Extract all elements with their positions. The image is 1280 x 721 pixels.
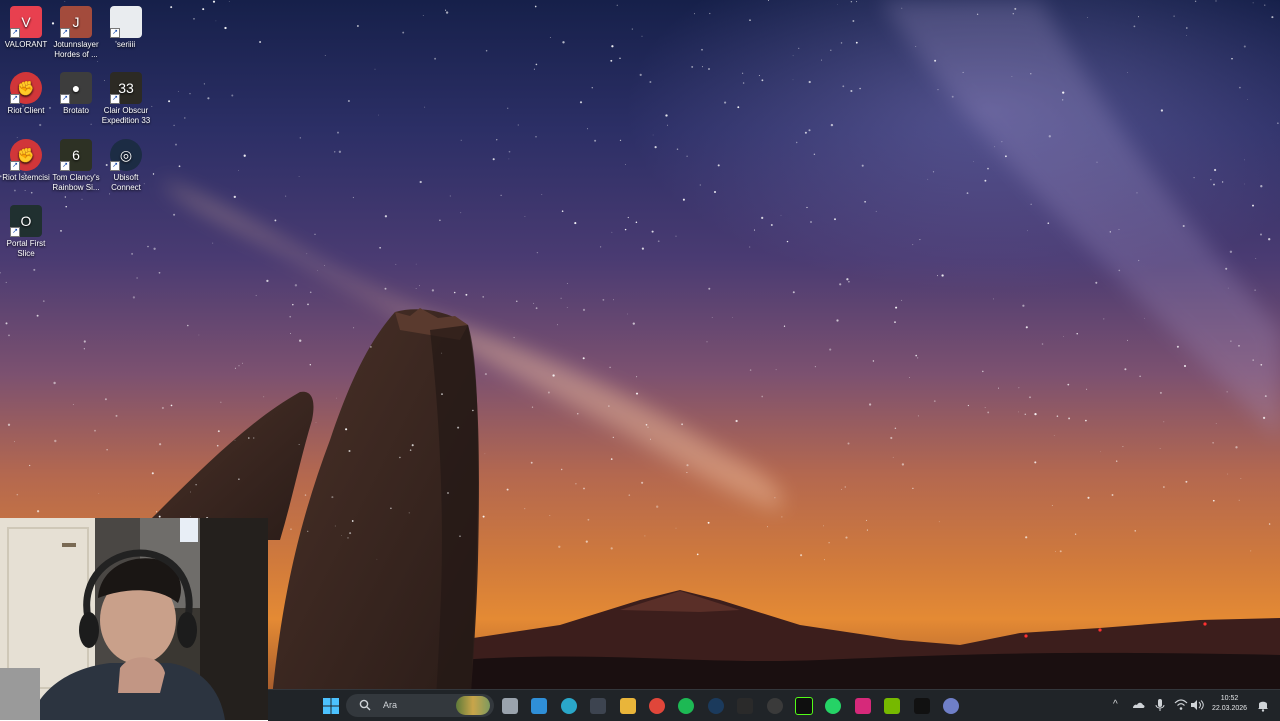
- shortcut-arrow-icon: ↗: [60, 28, 70, 38]
- widgets-icon: [531, 698, 548, 714]
- kick-icon: [795, 697, 813, 715]
- chevron-up-icon[interactable]: ^: [1113, 699, 1118, 710]
- search-icon: [359, 699, 371, 711]
- text-file-icon: ↗: [110, 6, 142, 38]
- taskbar-app-epic-games[interactable]: [734, 695, 756, 717]
- taskbar-app-file-explorer[interactable]: [617, 695, 639, 717]
- desktop-icon-label: Ubisoft Connect: [111, 173, 141, 192]
- portal-icon: O ↗: [10, 205, 42, 237]
- taskbar-app-whatsapp[interactable]: [822, 695, 844, 717]
- shortcut-arrow-icon: ↗: [10, 94, 20, 104]
- g-icon: [913, 698, 930, 714]
- desktop-icon[interactable]: ↗ seriiii: [100, 6, 152, 50]
- search-placeholder: Ara: [383, 700, 398, 710]
- webcam-overlay: [0, 518, 268, 720]
- volume-icon[interactable]: [1190, 698, 1204, 712]
- folder-icon: [619, 698, 636, 714]
- desktop-icon-label: Jotunnslayer Hordes of ...: [53, 40, 99, 59]
- desktop-icon[interactable]: ◎ ↗ Ubisoft Connect: [100, 139, 152, 193]
- system-clock[interactable]: 10:52 22.03.2026: [1212, 694, 1247, 714]
- shortcut-arrow-icon: ↗: [10, 227, 20, 237]
- onedrive-icon[interactable]: [1131, 698, 1145, 712]
- desktop-icon[interactable]: V ↗ VALORANT: [0, 6, 52, 50]
- taskbar-search[interactable]: Ara: [346, 694, 494, 717]
- jotunnslayer-icon: J ↗: [60, 6, 92, 38]
- desktop-icon[interactable]: ✊ ↗ Riot İstemcisi: [0, 139, 52, 183]
- shortcut-arrow-icon: ↗: [110, 28, 120, 38]
- shortcut-arrow-icon: ↗: [60, 161, 70, 171]
- taskbar-app-steam[interactable]: [705, 695, 727, 717]
- desktop-icon-label: VALORANT: [4, 40, 48, 49]
- desktop-icon[interactable]: O ↗ Portal First Slice: [0, 205, 52, 259]
- spotify-icon: [678, 698, 695, 714]
- desktop-icon[interactable]: J ↗ Jotunnslayer Hordes of ...: [50, 6, 102, 60]
- rainbow-six-icon: 6 ↗: [60, 139, 92, 171]
- start-button[interactable]: [320, 695, 342, 717]
- desktop-icon[interactable]: ● ↗ Brotato: [50, 72, 102, 116]
- riot-client-icon: ✊ ↗: [10, 139, 42, 171]
- nvidia-icon: [884, 698, 901, 714]
- shortcut-arrow-icon: ↗: [110, 161, 120, 171]
- desktop-icon[interactable]: ✊ ↗ Riot Client: [0, 72, 52, 116]
- ubisoft-icon: ◎ ↗: [110, 139, 142, 171]
- desktop-icon-label: Clair Obscur Expedition 33: [101, 106, 151, 125]
- desktop-icon-label: Brotato: [63, 106, 89, 115]
- wifi-icon[interactable]: [1174, 698, 1188, 712]
- taskbar-app-spotify[interactable]: [675, 695, 697, 717]
- shortcut-arrow-icon: ↗: [10, 28, 20, 38]
- clair-obscur-icon: 33 ↗: [110, 72, 142, 104]
- clock-date: 22.03.2026: [1212, 705, 1248, 712]
- taskbar: Ara ^ 10:52 22.03.2026: [268, 689, 1280, 721]
- search-highlight-image: [456, 696, 490, 715]
- notification-bell-icon[interactable]: [1256, 698, 1270, 712]
- shortcut-arrow-icon: ↗: [60, 94, 70, 104]
- instagram-icon: [854, 698, 871, 714]
- desktop-icon[interactable]: 6 ↗ Tom Clancy's Rainbow Si...: [50, 139, 102, 193]
- whatsapp-icon: [825, 698, 842, 714]
- taskbar-app-chrome[interactable]: [646, 695, 668, 717]
- store-icon: [590, 698, 607, 714]
- epic-games-icon: [737, 698, 754, 714]
- taskbar-app-app-circle[interactable]: [940, 695, 962, 717]
- desktop-icon[interactable]: 33 ↗ Clair Obscur Expedition 33: [100, 72, 152, 126]
- taskbar-app-nvidia[interactable]: [881, 695, 903, 717]
- desktop-icon-label: Riot İstemcisi: [2, 173, 50, 182]
- riot-icon: [766, 698, 783, 714]
- taskbar-app-instagram[interactable]: [852, 695, 874, 717]
- desktop-icon-label: Riot Client: [7, 106, 45, 115]
- chrome-icon: [649, 698, 665, 714]
- desktop-icon-label: Tom Clancy's Rainbow Si...: [52, 173, 100, 192]
- taskbar-app-kick[interactable]: [793, 695, 815, 717]
- microphone-icon[interactable]: [1154, 698, 1166, 712]
- shortcut-arrow-icon: ↗: [10, 161, 20, 171]
- valorant-icon: V ↗: [10, 6, 42, 38]
- taskbar-app-task-view[interactable]: [499, 695, 521, 717]
- desktop-icon-label: Portal First Slice: [6, 239, 46, 258]
- task-view-icon: [502, 698, 518, 714]
- taskbar-app-riot[interactable]: [764, 695, 786, 717]
- windows-icon: [323, 698, 339, 714]
- desktop-icon-label: seriiii: [116, 40, 136, 49]
- brotato-icon: ● ↗: [60, 72, 92, 104]
- clock-time: 10:52: [1220, 695, 1239, 702]
- taskbar-app-edge[interactable]: [558, 695, 580, 717]
- edge-icon: [560, 698, 577, 714]
- taskbar-app-widgets[interactable]: [528, 695, 550, 717]
- webcam-feed-image: [0, 518, 268, 720]
- taskbar-app-g-app[interactable]: [911, 695, 933, 717]
- taskbar-app-store[interactable]: [587, 695, 609, 717]
- steam-icon: [707, 698, 724, 714]
- shortcut-arrow-icon: ↗: [110, 94, 120, 104]
- circle-app-icon: [943, 698, 959, 714]
- riot-client-icon: ✊ ↗: [10, 72, 42, 104]
